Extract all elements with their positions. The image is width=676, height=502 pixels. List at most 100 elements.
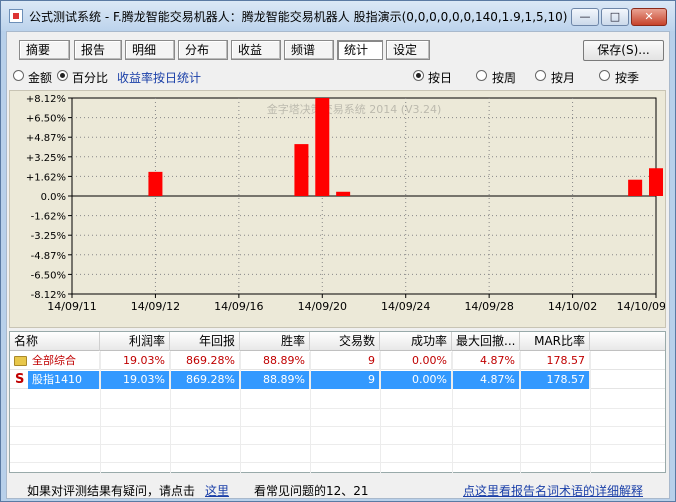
row-success-rate: 0.00% — [380, 371, 452, 389]
app-window: 公式测试系统 - F.腾龙智能交易机器人：腾龙智能交易机器人 股指演示(0,0,… — [0, 0, 676, 502]
tab-settings[interactable]: 设定 — [386, 40, 430, 60]
by-week-label[interactable]: 按周 — [492, 69, 516, 86]
col-max-drawdown[interactable]: 最大回撤... — [452, 332, 520, 351]
footer-question: 如果对评测结果有疑问，请点击 — [27, 484, 196, 498]
strategy-s-icon: S — [15, 372, 25, 387]
by-day-radio[interactable] — [413, 70, 424, 81]
grid-rule — [10, 444, 665, 445]
here-link[interactable]: 这里 — [205, 482, 229, 499]
tab-distribution[interactable]: 分布 — [178, 40, 228, 60]
row-name: 全部综合 — [28, 352, 100, 370]
bar — [315, 98, 330, 196]
col-annual-return[interactable]: 年回报 — [170, 332, 240, 351]
grid-rule — [10, 462, 665, 463]
by-season-radio[interactable] — [599, 70, 610, 81]
grid-rule — [520, 351, 521, 473]
col-mar-ratio[interactable]: MAR比率 — [520, 332, 590, 351]
chart-watermark: 金字塔决策交易系统 2014 (V3.24) — [267, 102, 442, 116]
row-trade-count: 9 — [310, 352, 380, 370]
y-tick-label: +1.62% — [26, 172, 66, 183]
save-button[interactable]: 保存(S)... — [583, 40, 664, 61]
y-tick-label: 0.0% — [41, 192, 66, 203]
report-panel: 摘要 报告 明细 分布 收益 频谱 统计 设定 保存(S)... 金额 百分比 … — [6, 31, 670, 499]
returns-chart: 金字塔决策交易系统 2014 (V3.24) +8.12% +6.50% +4.87%… — [26, 94, 665, 313]
amount-radio[interactable] — [13, 70, 24, 81]
y-tick-label: -6.50% — [31, 270, 66, 281]
row-mar-ratio: 178.57 — [520, 352, 590, 370]
x-tick-label: 14/10/02 — [548, 300, 597, 313]
app-icon — [9, 9, 23, 23]
returns-chart-panel: 金字塔决策交易系统 2014 (V3.24) +8.12% +6.50% +4.87%… — [9, 90, 666, 328]
percent-radio[interactable] — [57, 70, 68, 81]
glossary-link[interactable]: 点这里看报告名词术语的详细解释 — [463, 482, 643, 499]
tab-detail[interactable]: 明细 — [125, 40, 175, 60]
col-profit-rate[interactable]: 利润率 — [100, 332, 170, 351]
x-tick-label: 14/10/09 — [617, 300, 665, 313]
row-win-rate: 88.89% — [240, 352, 310, 370]
maximize-button[interactable]: □ — [601, 8, 629, 26]
x-tick-label: 14/09/24 — [381, 300, 430, 313]
x-tick-label: 14/09/16 — [214, 300, 263, 313]
amount-label[interactable]: 金额 — [28, 69, 52, 86]
row-max-drawdown: 4.87% — [452, 352, 520, 370]
row-annual-return: 869.28% — [170, 352, 240, 370]
grid-rule — [590, 351, 591, 473]
col-success-rate[interactable]: 成功率 — [380, 332, 452, 351]
grid-rule — [240, 351, 241, 473]
percent-label[interactable]: 百分比 — [72, 69, 108, 86]
row-success-rate: 0.00% — [380, 352, 452, 370]
grid-rule — [170, 351, 171, 473]
by-week-radio[interactable] — [476, 70, 487, 81]
window-title: 公式测试系统 - F.腾龙智能交易机器人：腾龙智能交易机器人 股指演示(0,0,… — [29, 10, 595, 24]
y-tick-label: +8.12% — [26, 94, 66, 105]
by-month-radio[interactable] — [535, 70, 546, 81]
bar — [649, 168, 663, 196]
y-tick-label: -3.25% — [31, 231, 66, 242]
x-tick-label: 14/09/12 — [131, 300, 180, 313]
row-mar-ratio: 178.57 — [520, 371, 590, 389]
x-tick-label: 14/09/28 — [464, 300, 513, 313]
by-month-label[interactable]: 按月 — [551, 69, 575, 86]
table-row[interactable]: 全部综合 19.03% 869.28% 88.89% 9 0.00% 4.87%… — [10, 352, 665, 370]
row-profit-rate: 19.03% — [100, 352, 170, 370]
y-tick-label: +3.25% — [26, 153, 66, 164]
title-bar[interactable]: 公式测试系统 - F.腾龙智能交易机器人：腾龙智能交易机器人 股指演示(0,0,… — [1, 1, 675, 31]
y-tick-label: +6.50% — [26, 114, 66, 125]
by-day-label[interactable]: 按日 — [428, 69, 452, 86]
bar — [148, 171, 163, 196]
x-tick-label: 14/09/11 — [47, 300, 96, 313]
row-max-drawdown: 4.87% — [452, 371, 520, 389]
grid-rule — [380, 351, 381, 473]
footer-faq: 看常见问题的12、21 — [254, 484, 369, 498]
y-tick-label: +4.87% — [26, 133, 66, 144]
bar — [294, 144, 309, 196]
minimize-button[interactable]: — — [571, 8, 599, 26]
close-button[interactable]: ✕ — [631, 8, 667, 26]
row-annual-return: 869.28% — [170, 371, 240, 389]
tab-spectrum[interactable]: 频谱 — [284, 40, 334, 60]
folder-icon — [14, 356, 27, 366]
col-name[interactable]: 名称 — [10, 332, 100, 351]
y-tick-label: -4.87% — [31, 251, 66, 262]
grid-rule — [10, 426, 665, 427]
grid-rule — [310, 351, 311, 473]
tab-summary[interactable]: 摘要 — [19, 40, 70, 60]
col-trade-count[interactable]: 交易数 — [310, 332, 380, 351]
daily-stats-link[interactable]: 收益率按日统计 — [117, 69, 201, 86]
tab-returns[interactable]: 收益 — [231, 40, 281, 60]
grid-rule — [100, 351, 101, 473]
row-trade-count: 9 — [310, 371, 380, 389]
table-row[interactable]: S 股指1410 19.03% 869.28% 88.89% 9 0.00% 4… — [10, 371, 665, 389]
footer: 如果对评测结果有疑问，请点击 这里 看常见问题的12、21 点这里看报告名词术语… — [7, 478, 671, 500]
bar — [336, 191, 351, 196]
col-win-rate[interactable]: 胜率 — [240, 332, 310, 351]
row-profit-rate: 19.03% — [100, 371, 170, 389]
options-row: 金额 百分比 收益率按日统计 按日 按周 按月 按季 — [7, 67, 671, 87]
row-name: 股指1410 — [28, 371, 100, 389]
grid-rule — [452, 351, 453, 473]
by-season-label[interactable]: 按季 — [615, 69, 639, 86]
tab-report[interactable]: 报告 — [74, 40, 122, 60]
y-tick-label: -1.62% — [31, 212, 66, 223]
row-win-rate: 88.89% — [240, 371, 310, 389]
tab-statistics[interactable]: 统计 — [337, 40, 383, 60]
